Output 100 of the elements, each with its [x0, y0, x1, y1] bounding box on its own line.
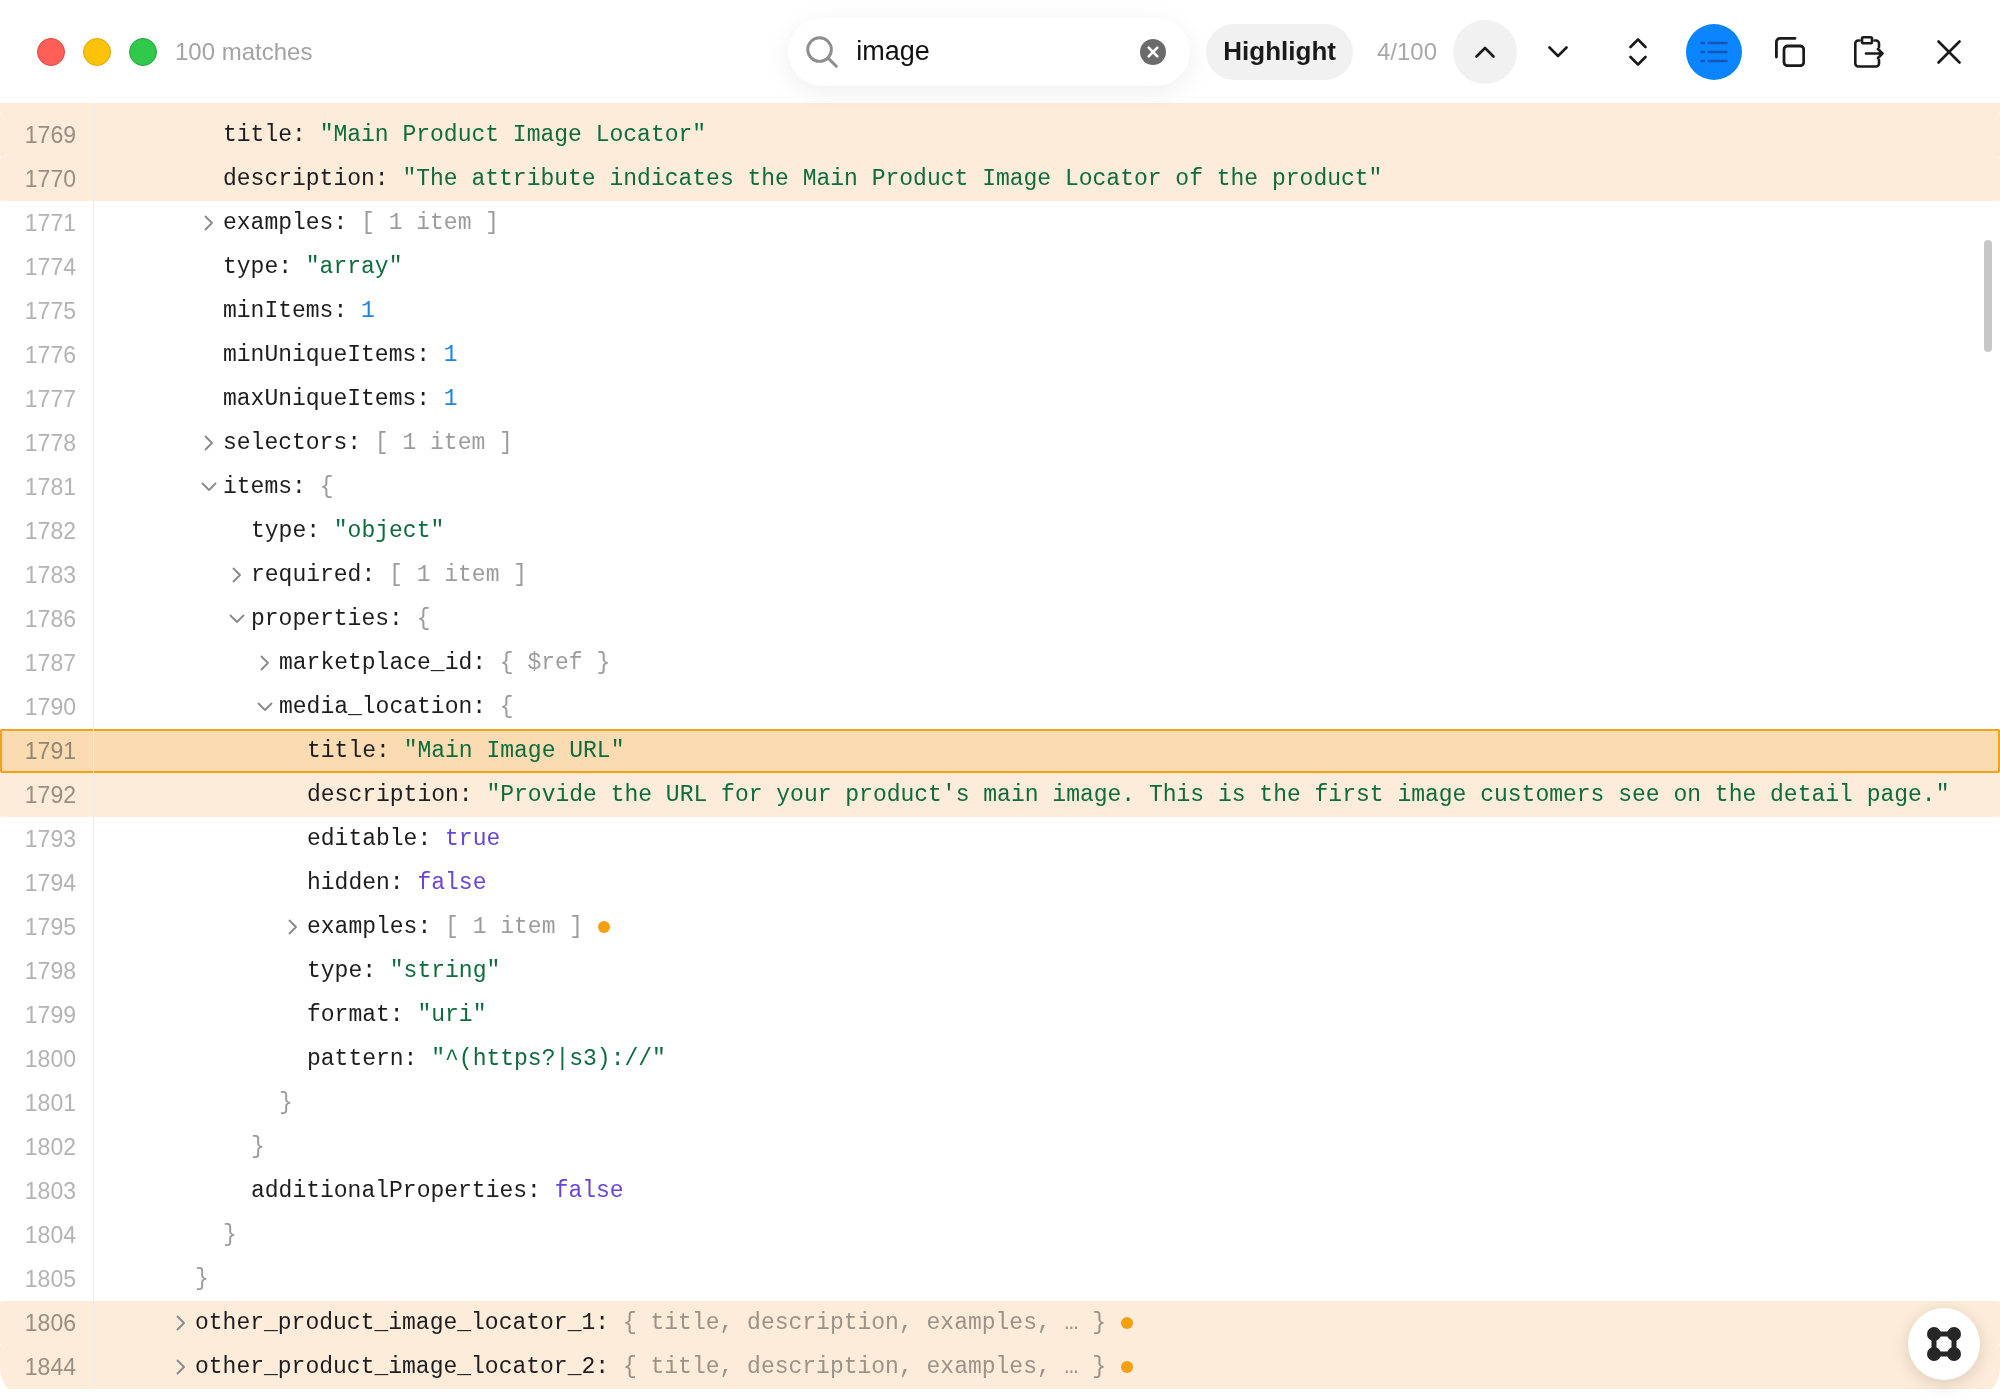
line-number: 1802 [24, 1133, 76, 1161]
property-key: format: [307, 1002, 404, 1028]
collapsed-summary[interactable]: [ 1 item ] [374, 430, 513, 456]
line-number: 1801 [24, 1089, 76, 1117]
window-close-button[interactable] [37, 37, 65, 66]
collapsed-summary[interactable]: { title, description, examples, … } [622, 1310, 1106, 1336]
number-value: 1 [361, 298, 375, 324]
collapsed-summary[interactable]: [ 1 item ] [361, 210, 500, 236]
line-number: 1792 [24, 781, 76, 809]
property-key: media_location: [279, 694, 487, 720]
collapsed-summary[interactable]: { title, description, examples, … } [622, 1354, 1106, 1380]
line-number: 1770 [24, 165, 76, 193]
line-number: 1787 [24, 649, 76, 677]
property-key: selectors: [223, 430, 362, 456]
opening-brace: { [499, 694, 514, 720]
list-icon [1700, 40, 1728, 63]
property-key: title: [307, 738, 390, 764]
chevron-down-icon[interactable] [1548, 45, 1568, 58]
line-number: 1791 [24, 737, 76, 765]
property-key: examples: [223, 210, 348, 236]
search-icon [806, 35, 839, 68]
line-number: 1782 [24, 517, 76, 545]
line-number: 1783 [24, 561, 76, 589]
search-input[interactable]: image [856, 33, 1129, 70]
line-number: 1781 [24, 473, 76, 501]
line-number: 1795 [24, 913, 76, 941]
property-key: type: [251, 518, 320, 544]
line-number: 1776 [24, 341, 76, 369]
property-key: type: [223, 254, 292, 280]
window-minimize-button[interactable] [83, 37, 111, 66]
string-value: "Provide the URL for your product's main image. This is the first image customers see on the detail page." [486, 782, 1950, 808]
property-key: title: [223, 122, 306, 148]
collapsed-summary[interactable]: [ 1 item ] [445, 914, 584, 940]
property-key: maxUniqueItems: [223, 386, 431, 412]
match-position: 4/100 [1376, 37, 1437, 66]
clear-icon[interactable] [1140, 38, 1167, 65]
chevron-right-icon[interactable] [176, 1315, 186, 1331]
opening-brace: { [416, 606, 431, 632]
line-number: 1800 [24, 1045, 76, 1073]
number-value: 1 [443, 386, 458, 412]
property-key: minItems: [223, 298, 348, 324]
line-number: 1799 [24, 1001, 76, 1029]
property-key: items: [223, 474, 306, 500]
line-number: 1769 [24, 121, 76, 149]
close-icon[interactable] [1937, 39, 1961, 64]
property-key: editable: [307, 826, 432, 852]
chevron-right-icon[interactable] [176, 1359, 186, 1375]
boolean-value: false [554, 1178, 624, 1204]
string-value: "string" [389, 958, 501, 984]
chevron-right-icon[interactable] [204, 435, 214, 451]
string-value: "uri" [417, 1002, 487, 1028]
collapsed-summary[interactable]: { $ref } [499, 650, 611, 676]
chevron-right-icon[interactable] [260, 655, 270, 671]
chevron-right-icon[interactable] [288, 919, 298, 935]
string-value: "array" [305, 254, 403, 280]
clipboard-arrow-icon[interactable] [1854, 35, 1884, 68]
scrollbar-thumb[interactable] [1984, 240, 1992, 352]
highlight-button[interactable]: Highlight [1206, 23, 1353, 80]
line-number: 1806 [24, 1309, 76, 1337]
property-key: other_product_image_locator_1: [195, 1310, 610, 1336]
property-key: examples: [307, 914, 432, 940]
boolean-value: false [417, 870, 487, 896]
line-number: 1775 [24, 297, 76, 325]
property-key: properties: [251, 606, 403, 632]
chevron-up-icon [1475, 45, 1495, 58]
window-zoom-button[interactable] [129, 37, 157, 66]
property-key: required: [251, 562, 376, 588]
string-value: "^(https?|s3)://" [431, 1046, 666, 1072]
property-key: hidden: [307, 870, 404, 896]
line-number: 1786 [24, 605, 76, 633]
property-key: additionalProperties: [251, 1178, 541, 1204]
line-number: 1777 [24, 385, 76, 413]
line-number: 1790 [24, 693, 76, 721]
chevron-right-icon[interactable] [204, 215, 214, 231]
closing-brace: } [223, 1222, 237, 1248]
match-count: 100 matches [175, 37, 313, 66]
property-key: pattern: [307, 1046, 418, 1072]
chevrons-up-down-icon[interactable] [1629, 37, 1647, 66]
line-number: 1793 [24, 825, 76, 853]
property-key: marketplace_id: [279, 650, 487, 676]
string-value: "Main Product Image Locator" [319, 122, 707, 148]
copy-icon[interactable] [1775, 36, 1805, 67]
four-circles-icon [1926, 1326, 1962, 1362]
closing-brace: } [279, 1090, 293, 1116]
line-number: 1805 [24, 1265, 76, 1293]
number-value: 1 [443, 342, 458, 368]
closing-brace: } [251, 1134, 265, 1160]
line-number: 1778 [24, 429, 76, 457]
line-number: 1803 [24, 1177, 76, 1205]
string-value: "Main Image URL" [403, 738, 625, 764]
collapsed-summary[interactable]: [ 1 item ] [389, 562, 528, 588]
line-number: 1794 [24, 869, 76, 897]
property-key: type: [307, 958, 376, 984]
property-key: other_product_image_locator_2: [195, 1354, 610, 1380]
line-number: 1774 [24, 253, 76, 281]
line-number: 1798 [24, 957, 76, 985]
chevron-right-icon[interactable] [232, 567, 242, 583]
closing-brace: } [195, 1266, 209, 1292]
line-number: 1771 [24, 209, 76, 237]
string-value: "The attribute indicates the Main Product Image Locator of the product" [402, 166, 1383, 192]
